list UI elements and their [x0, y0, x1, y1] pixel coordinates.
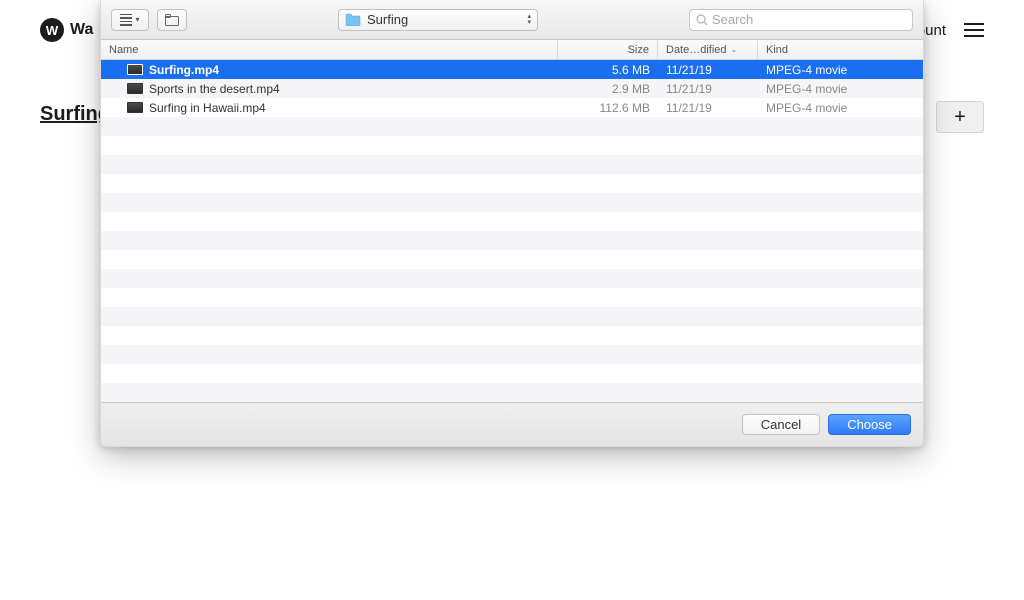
empty-row	[101, 136, 923, 155]
video-file-icon	[127, 83, 143, 94]
file-kind: MPEG-4 movie	[758, 82, 923, 96]
empty-row	[101, 193, 923, 212]
empty-row	[101, 288, 923, 307]
empty-row	[101, 269, 923, 288]
file-kind: MPEG-4 movie	[758, 101, 923, 115]
folder-icon	[345, 13, 361, 26]
dialog-toolbar: ▾ Surfing ▴▾	[101, 0, 923, 40]
cancel-button[interactable]: Cancel	[742, 414, 820, 435]
logo-text: Wa	[70, 21, 93, 39]
search-icon	[696, 14, 708, 26]
empty-row	[101, 345, 923, 364]
search-field[interactable]	[689, 9, 913, 31]
empty-row	[101, 174, 923, 193]
sort-caret-icon: ⌄	[731, 45, 738, 54]
empty-row	[101, 364, 923, 383]
empty-row	[101, 250, 923, 269]
view-mode-button[interactable]: ▾	[111, 9, 149, 31]
search-input[interactable]	[712, 12, 906, 27]
location-label: Surfing	[367, 12, 521, 27]
logo[interactable]: W Wa	[40, 18, 93, 42]
empty-row	[101, 212, 923, 231]
menu-icon[interactable]	[964, 23, 984, 37]
chevron-down-icon: ▾	[135, 15, 139, 24]
location-dropdown[interactable]: Surfing ▴▾	[338, 9, 538, 31]
file-row[interactable]: Surfing.mp4 5.6 MB11/21/19MPEG-4 movie	[101, 60, 923, 79]
add-button[interactable]: +	[936, 101, 984, 133]
empty-row	[101, 383, 923, 402]
file-list: Surfing.mp45.6 MB11/21/19MPEG-4 movieSpo…	[101, 60, 923, 402]
dialog-footer: Cancel Choose	[101, 402, 923, 446]
empty-row	[101, 231, 923, 250]
column-header-row: Name Size Date…dified ⌄ Kind	[101, 40, 923, 60]
group-button[interactable]	[157, 9, 187, 31]
plus-icon: +	[954, 106, 966, 129]
list-view-icon	[120, 14, 132, 26]
file-name: Surfing.mp4	[149, 63, 219, 77]
folder-icon	[165, 14, 179, 26]
updown-chevron-icon: ▴▾	[527, 14, 531, 26]
column-header-kind[interactable]: Kind	[758, 40, 923, 59]
column-header-name[interactable]: Name	[101, 40, 558, 59]
logo-mark: W	[40, 18, 64, 42]
file-date: 11/21/19	[658, 82, 758, 96]
file-name: Surfing in Hawaii.mp4	[149, 101, 266, 115]
file-date: 11/21/19	[658, 63, 758, 77]
empty-row	[101, 117, 923, 136]
file-kind: MPEG-4 movie	[758, 63, 923, 77]
video-file-icon	[127, 102, 143, 113]
empty-row	[101, 155, 923, 174]
video-file-icon	[127, 64, 143, 75]
file-size: 2.9 MB	[558, 82, 658, 96]
file-date: 11/21/19	[658, 101, 758, 115]
file-row[interactable]: Sports in the desert.mp4 2.9 MB11/21/19MP…	[101, 79, 923, 98]
file-row[interactable]: Surfing in Hawaii.mp4 112.6 MB11/21/19MPE…	[101, 98, 923, 117]
file-name: Sports in the desert.mp4	[149, 82, 280, 96]
file-size: 5.6 MB	[558, 63, 658, 77]
column-header-date-label: Date…dified	[666, 44, 727, 56]
column-header-date[interactable]: Date…dified ⌄	[658, 40, 758, 59]
empty-row	[101, 307, 923, 326]
file-open-dialog: ▾ Surfing ▴▾ Name Size	[100, 0, 924, 447]
choose-button[interactable]: Choose	[828, 414, 911, 435]
empty-row	[101, 326, 923, 345]
file-size: 112.6 MB	[558, 101, 658, 115]
column-header-size[interactable]: Size	[558, 40, 658, 59]
